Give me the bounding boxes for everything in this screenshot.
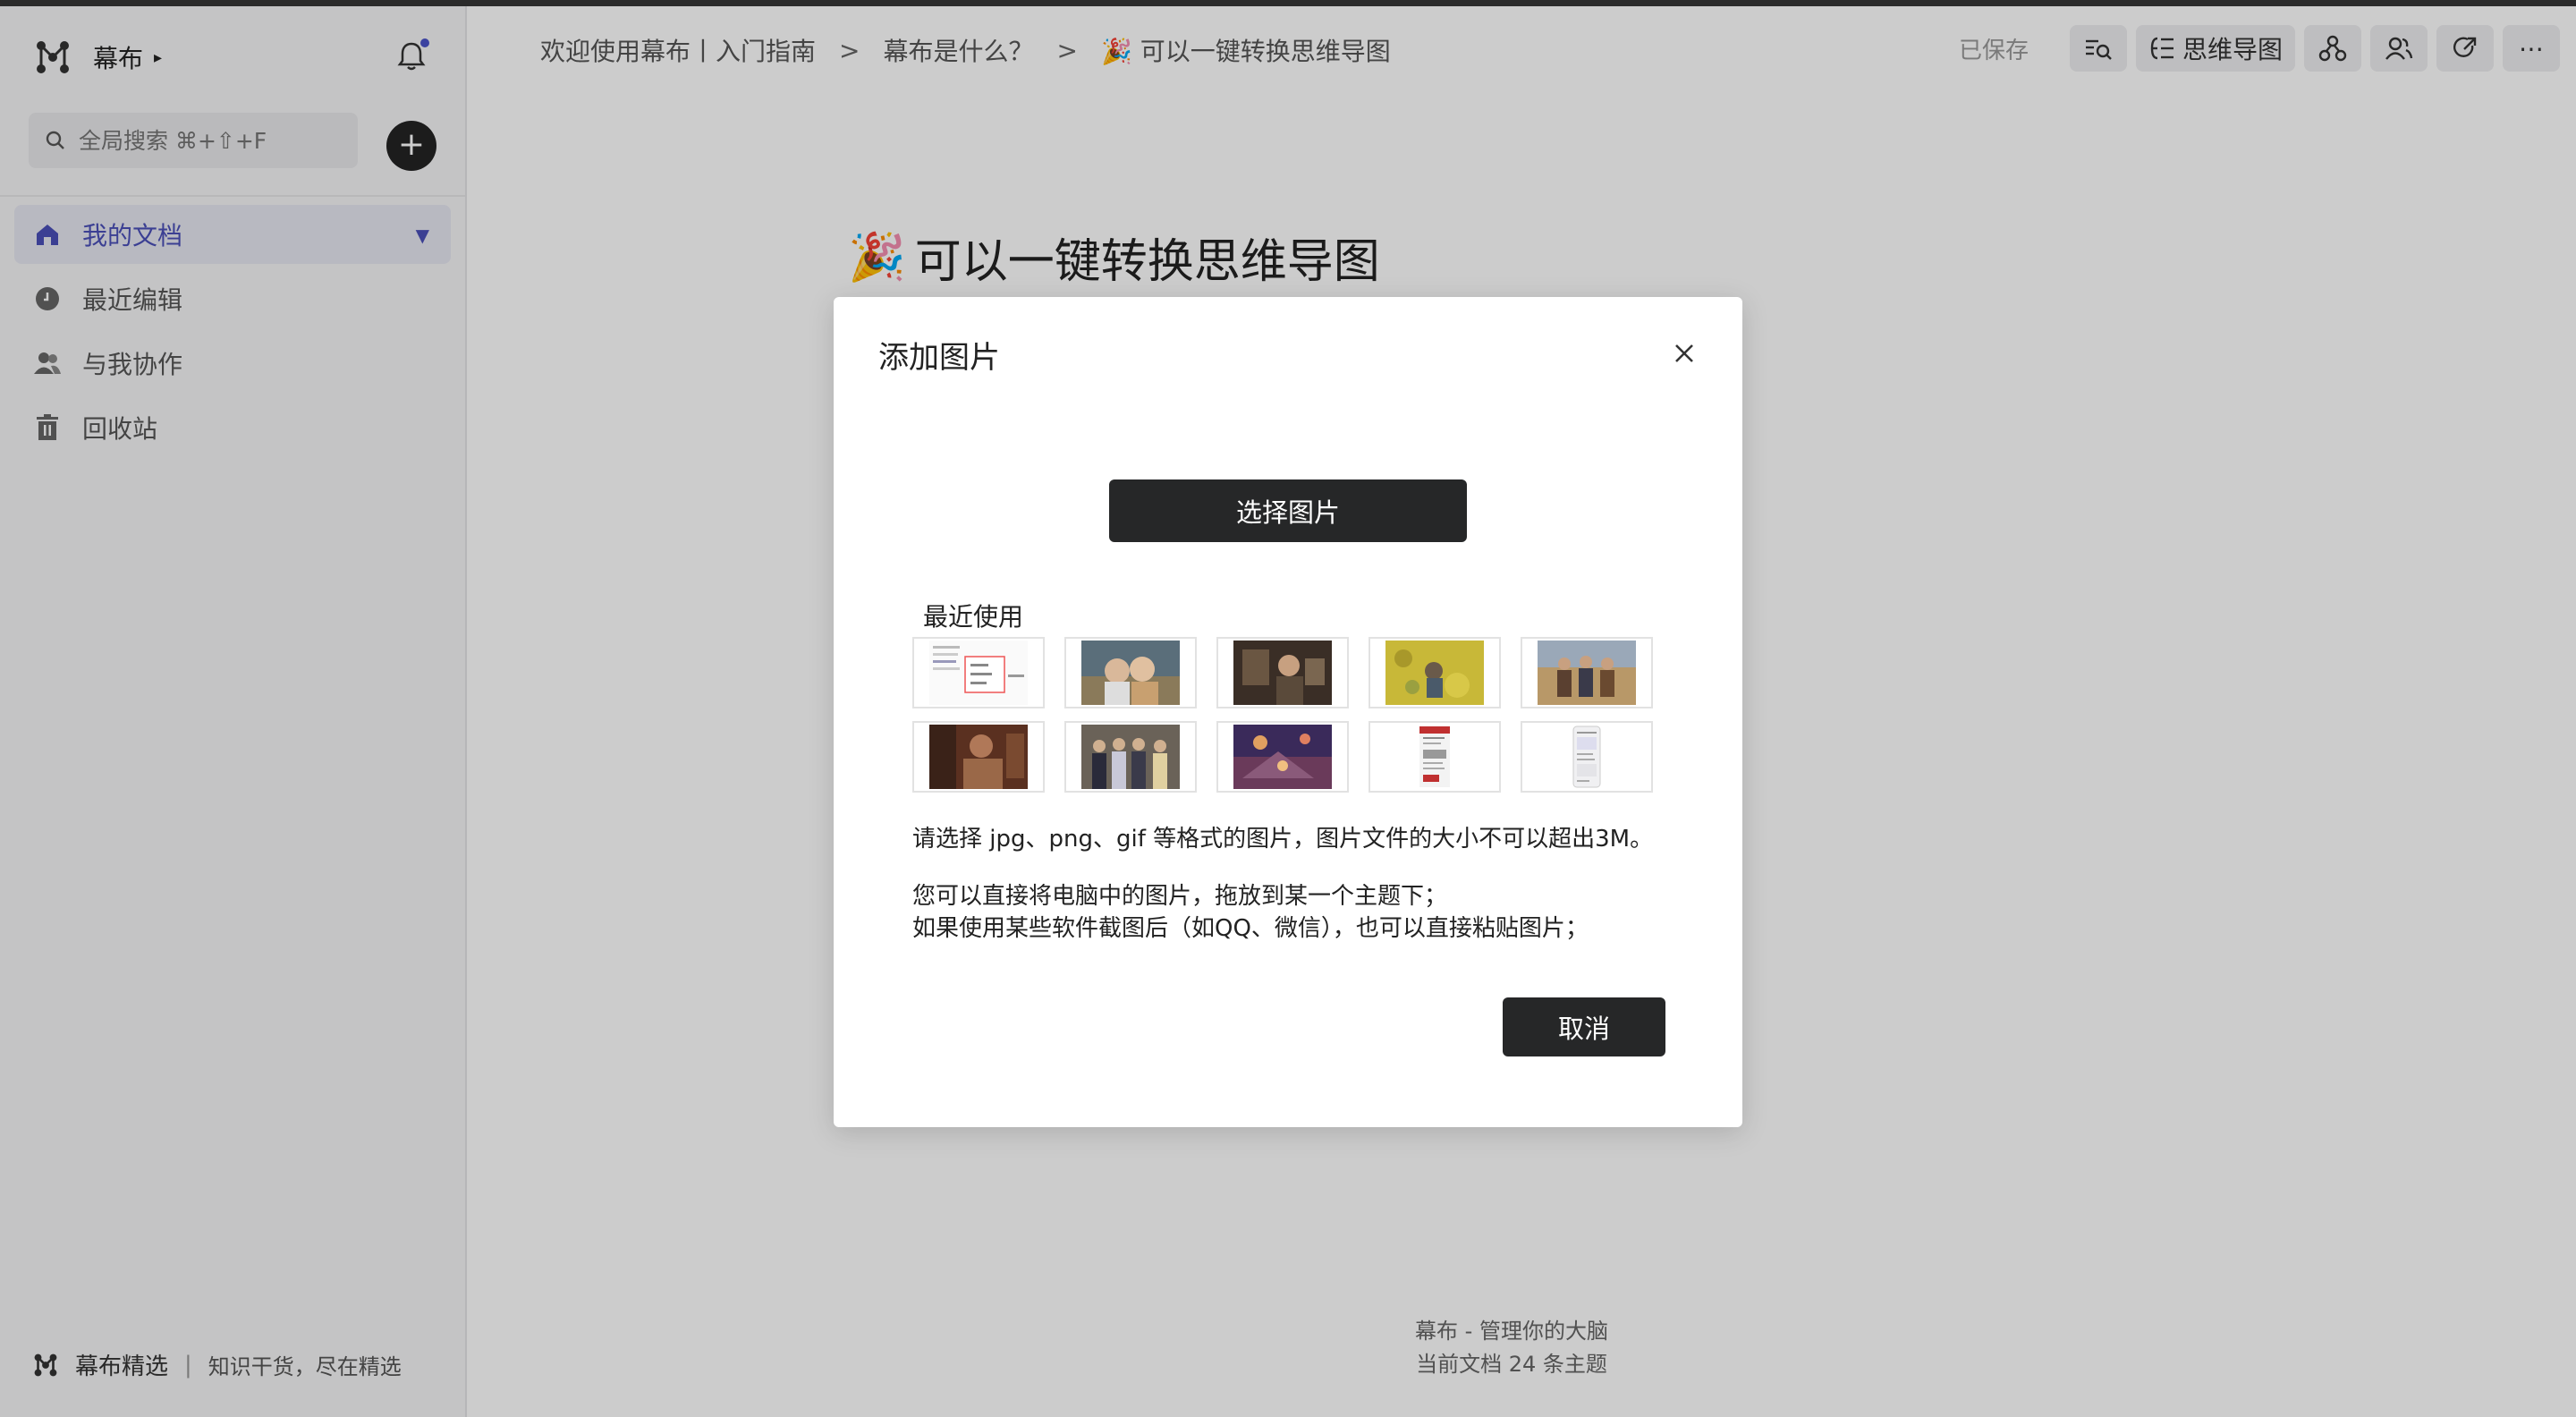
window-top-bar (0, 0, 2576, 6)
photo-thumbnail-image (1081, 725, 1180, 789)
screenshot-thumbnail-image (1538, 725, 1636, 789)
cancel-button[interactable]: 取消 (1503, 997, 1665, 1056)
dialog-title: 添加图片 (878, 340, 1000, 376)
recent-image-thumbnail[interactable] (1521, 637, 1653, 708)
paste-instruction: 如果使用某些软件截图后（如QQ、微信），也可以直接粘贴图片； (912, 915, 1589, 942)
photo-thumbnail-image (1233, 725, 1332, 789)
photo-thumbnail-image (929, 725, 1028, 789)
screenshot-thumbnail-image (1385, 725, 1484, 789)
photo-thumbnail-image (1081, 641, 1180, 705)
photo-thumbnail-image (1538, 641, 1636, 705)
recent-image-thumbnail[interactable] (1064, 721, 1197, 793)
recent-images-grid (912, 637, 1653, 793)
close-icon (1675, 344, 1693, 362)
screenshot-thumbnail-image (929, 641, 1028, 705)
recent-image-thumbnail[interactable] (912, 637, 1045, 708)
recent-image-thumbnail[interactable] (1368, 637, 1501, 708)
format-instruction: 请选择 jpg、png、gif 等格式的图片，图片文件的大小不可以超出3M。 (912, 826, 1654, 853)
recent-image-thumbnail[interactable] (1064, 637, 1197, 708)
recent-image-thumbnail[interactable] (1368, 721, 1501, 793)
recent-images-label: 最近使用 (923, 602, 1024, 632)
recent-image-thumbnail[interactable] (1521, 721, 1653, 793)
close-button[interactable] (1671, 340, 1698, 367)
recent-image-thumbnail[interactable] (1216, 637, 1349, 708)
drag-instruction: 您可以直接将电脑中的图片，拖放到某一个主题下； (912, 883, 1448, 910)
recent-image-thumbnail[interactable] (912, 721, 1045, 793)
add-image-dialog: 添加图片 选择图片 最近使用 请选择 jpg、png、gif 等格式的图片，图片… (834, 297, 1742, 1127)
image-upload-instructions: 请选择 jpg、png、gif 等格式的图片，图片文件的大小不可以超出3M。 您… (912, 823, 1653, 945)
photo-thumbnail-image (1233, 641, 1332, 705)
select-image-button[interactable]: 选择图片 (1109, 479, 1467, 542)
recent-image-thumbnail[interactable] (1216, 721, 1349, 793)
photo-thumbnail-image (1385, 641, 1484, 705)
